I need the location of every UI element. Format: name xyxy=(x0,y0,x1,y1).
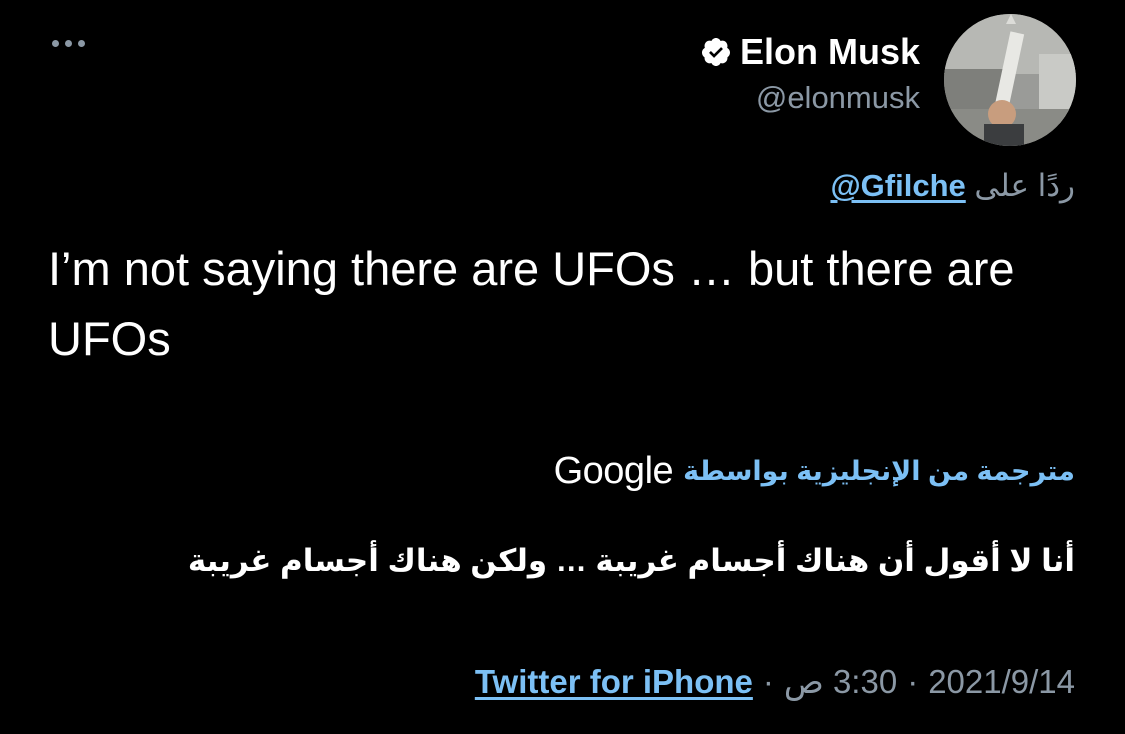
avatar-photo xyxy=(944,14,1076,146)
reply-prefix: ردًا على xyxy=(974,168,1075,203)
verified-badge-icon xyxy=(701,38,730,66)
tweet-metadata: 2021/9/14·3:30 ص·Twitter for iPhone xyxy=(475,662,1075,701)
meta-separator: · xyxy=(762,663,774,700)
google-logo: Google xyxy=(553,450,674,492)
author-name[interactable]: Elon Musk xyxy=(740,30,920,74)
more-options-button[interactable] xyxy=(52,40,85,47)
tweet-time[interactable]: 3:30 ص xyxy=(784,663,897,700)
tweet-source-link[interactable]: Twitter for iPhone xyxy=(475,663,753,700)
author-handle[interactable]: @elonmusk xyxy=(700,78,920,118)
avatar[interactable] xyxy=(944,14,1076,146)
translated-text: أنا لا أقول أن هناك أجسام غريبة … ولكن ه… xyxy=(187,543,1075,578)
reply-to-link[interactable]: @Gfilche xyxy=(830,168,965,203)
translated-by-label[interactable]: مترجمة من الإنجليزية بواسطة xyxy=(683,456,1075,487)
translated-by: مترجمة من الإنجليزية بواسطة Google xyxy=(554,450,1075,493)
meta-separator: · xyxy=(907,663,919,700)
author-name-row: Elon Musk xyxy=(700,30,920,74)
reply-context: ردًا على @Gfilche xyxy=(830,168,1075,204)
more-dot xyxy=(78,40,85,47)
tweet-text: I’m not saying there are UFOs … but ther… xyxy=(48,242,1015,365)
tweet-date[interactable]: 2021/9/14 xyxy=(928,663,1075,700)
more-dot xyxy=(52,40,59,47)
author-info[interactable]: Elon Musk @elonmusk xyxy=(700,30,920,118)
more-dot xyxy=(65,40,72,47)
